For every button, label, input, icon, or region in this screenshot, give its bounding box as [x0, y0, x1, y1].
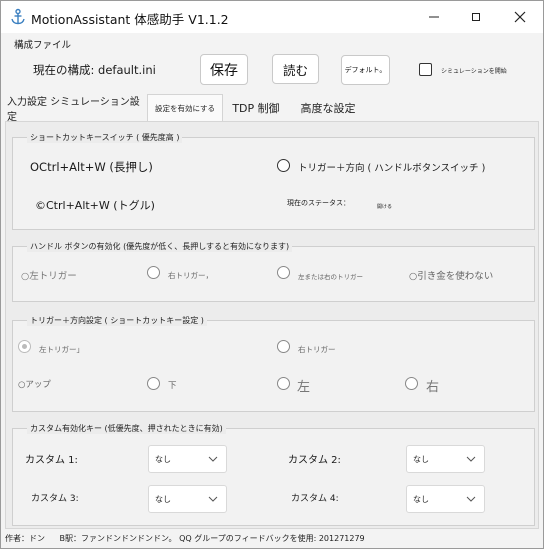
tab-enable-settings[interactable]: 設定を有効にする [147, 94, 223, 121]
maximize-button[interactable] [453, 1, 499, 33]
custom-1-select[interactable]: なし [148, 445, 227, 473]
chevron-down-icon [208, 496, 218, 502]
left-trigger-radio[interactable] [18, 340, 31, 353]
maximize-icon [472, 13, 480, 21]
window-title: MotionAssistant 体感助手 V1.1.2 [31, 12, 229, 27]
right-trigger-dir-radio[interactable] [277, 340, 290, 353]
current-config-label: 現在の構成: default.ini [33, 63, 156, 77]
custom-3-label: カスタム 3: [31, 494, 79, 504]
chevron-down-icon [208, 456, 218, 462]
status-value: 開ける [377, 204, 393, 210]
tab-advanced-settings[interactable]: 高度な設定 [293, 95, 363, 121]
default-button[interactable]: デフォルト。 [341, 55, 390, 85]
either-trigger-option: 左または右のトリガー [298, 273, 363, 281]
hold-shortcut-label[interactable]: OCtrl+Alt+W (長押し) [30, 159, 153, 175]
custom-3-value: なし [155, 495, 171, 504]
left-direction-radio[interactable] [277, 377, 290, 390]
down-direction-label: 下 [168, 381, 177, 391]
custom-2-label: カスタム 2: [288, 455, 341, 466]
right-direction-radio[interactable] [405, 377, 418, 390]
left-trigger-option[interactable]: ○左トリガー [21, 268, 77, 282]
status-label: 現在のステータス： [287, 199, 350, 207]
handle-button-group: ハンドル ボタンの有効化 (優先度が低く、長押しすると有効になります) ○左トリ… [12, 241, 535, 302]
title-bar[interactable]: MotionAssistant 体感助手 V1.1.2 [1, 1, 543, 33]
config-section-label: 構成ファイル [14, 40, 72, 51]
settings-panel: ショートカットキースイッチ ( 優先度高 ) OCtrl+Alt+W (長押し)… [5, 121, 539, 529]
custom-4-value: なし [413, 495, 429, 504]
simulation-checkbox[interactable] [419, 63, 432, 76]
load-button[interactable]: 読む [272, 54, 319, 84]
no-trigger-option[interactable]: ○引き金を使わない [409, 268, 493, 282]
custom-3-select[interactable]: なし [148, 485, 227, 513]
custom-4-label: カスタム 4: [291, 494, 339, 504]
trigger-direction-radio[interactable] [277, 159, 290, 172]
trigger-direction-group: トリガー＋方向設定 ( ショートカットキー設定 ) 左トリガー」 右トリガー ○… [12, 315, 535, 412]
status-bar: 作者：ドン B駅：ファンドンドンドンドン。 QQ グループのフィードバックを使用… [5, 533, 365, 544]
simulation-label: シミュレーションを開始 [441, 68, 507, 75]
left-direction-label: 左 [297, 380, 311, 395]
shortcut-group-title: ショートカットキースイッチ ( 優先度高 ) [27, 132, 183, 143]
minimize-icon [429, 16, 439, 18]
minimize-button[interactable] [411, 1, 457, 33]
right-trigger-label: 右トリガー [298, 345, 336, 354]
custom-2-select[interactable]: なし [406, 445, 485, 473]
chevron-down-icon [466, 456, 476, 462]
close-button[interactable] [497, 1, 543, 33]
handle-group-title: ハンドル ボタンの有効化 (優先度が低く、長押しすると有効になります) [27, 241, 293, 252]
right-trigger-radio[interactable] [147, 266, 160, 279]
save-button[interactable]: 保存 [200, 54, 248, 85]
anchor-icon [11, 8, 25, 25]
app-window: MotionAssistant 体感助手 V1.1.2 構成ファイル 現在の構成… [0, 0, 544, 549]
custom-1-value: なし [155, 455, 171, 464]
custom-keys-group: カスタム有効化キー (低優先度、押されたときに有効) カスタム 1: なし カス… [12, 423, 535, 526]
tab-tdp-control[interactable]: TDP 制御 [225, 95, 287, 121]
trigger-dir-group-title: トリガー＋方向設定 ( ショートカットキー設定 ) [27, 315, 207, 326]
feedback-info: B駅：ファンドンドンドンドン。 QQ グループのフィードバックを使用: 2012… [59, 534, 365, 543]
tab-input-simulation[interactable]: 入力設定 シミュレーション設定 [7, 95, 145, 123]
custom-4-select[interactable]: なし [406, 485, 485, 513]
right-trigger-option: 右トリガー， [168, 271, 213, 280]
either-trigger-radio[interactable] [277, 266, 290, 279]
toggle-shortcut-label[interactable]: ©Ctrl+Alt+W (トグル) [35, 197, 155, 213]
trigger-direction-label: トリガー＋方向 ( ハンドルボタンスイッチ ) [298, 163, 486, 174]
custom-1-label: カスタム 1: [25, 455, 78, 466]
custom-group-title: カスタム有効化キー (低優先度、押されたときに有効) [27, 423, 226, 434]
left-trigger-label: 左トリガー」 [39, 345, 84, 354]
chevron-down-icon [466, 496, 476, 502]
up-direction-option[interactable]: ○アップ [18, 378, 51, 390]
tab-bar: 入力設定 シミュレーション設定 設定を有効にする TDP 制御 高度な設定 [1, 94, 543, 123]
right-direction-label: 右 [426, 380, 440, 395]
custom-2-value: なし [413, 455, 429, 464]
down-direction-radio[interactable] [147, 377, 160, 390]
author-label: 作者：ドン [5, 534, 45, 543]
close-icon [514, 11, 526, 23]
shortcut-group: ショートカットキースイッチ ( 優先度高 ) OCtrl+Alt+W (長押し)… [12, 132, 535, 230]
